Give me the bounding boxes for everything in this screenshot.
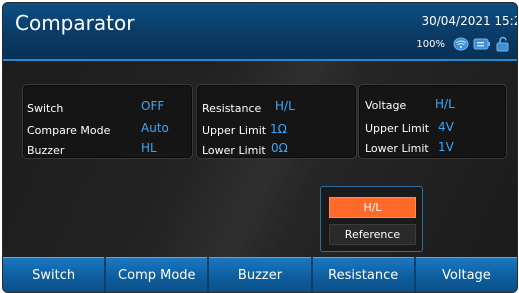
switch-value[interactable]: OFF	[141, 99, 164, 113]
resistance-label: Resistance	[202, 102, 262, 115]
usb-icon	[473, 37, 491, 51]
buzzer-label: Buzzer	[27, 144, 65, 157]
option-reference[interactable]: Reference	[329, 224, 416, 245]
voltage-mode-value[interactable]: H/L	[435, 97, 455, 111]
voltage-label: Voltage	[365, 99, 407, 112]
comparator-screen: Comparator 30/04/2021 15:23 100%	[2, 2, 518, 293]
buzzer-softkey[interactable]: Buzzer	[209, 257, 311, 292]
header-bar: Comparator 30/04/2021 15:23 100%	[3, 3, 517, 61]
lock-icon	[495, 36, 511, 52]
resistance-panel: Resistance H/L Upper Limit 1Ω Lower Limi…	[196, 84, 357, 159]
switch-softkey[interactable]: Switch	[3, 257, 105, 292]
page-title: Comparator	[15, 11, 135, 35]
voltage-softkey[interactable]: Voltage	[415, 257, 517, 292]
wifi-icon	[453, 37, 469, 51]
switch-label: Switch	[27, 102, 64, 115]
option-hl-selected[interactable]: H/L	[329, 197, 416, 218]
compare-mode-value[interactable]: Auto	[141, 121, 169, 135]
comp-mode-softkey[interactable]: Comp Mode	[106, 257, 208, 292]
resistance-mode-selector: H/L Reference	[320, 186, 423, 252]
resistance-upper-limit-label: Upper Limit	[202, 124, 267, 137]
voltage-lower-limit-label: Lower Limit	[365, 142, 429, 155]
resistance-mode-value[interactable]: H/L	[275, 99, 295, 113]
resistance-lower-limit-label: Lower Limit	[202, 144, 266, 157]
voltage-panel: Voltage H/L Upper Limit 4V Lower Limit 1…	[358, 84, 507, 159]
voltage-lower-limit-value[interactable]: 1V	[438, 140, 454, 154]
resistance-softkey[interactable]: Resistance	[312, 257, 414, 292]
resistance-upper-limit-value[interactable]: 1Ω	[270, 122, 287, 136]
voltage-upper-limit-label: Upper Limit	[365, 122, 430, 135]
general-settings-panel: Switch OFF Compare Mode Auto Buzzer HL	[22, 84, 193, 159]
compare-mode-label: Compare Mode	[27, 124, 111, 137]
softkey-bar: Switch Comp Mode Buzzer Resistance Volta…	[3, 257, 517, 292]
datetime: 30/04/2021 15:23	[421, 14, 517, 28]
resistance-lower-limit-value[interactable]: 0Ω	[271, 141, 288, 155]
status-icons: 100%	[416, 36, 511, 52]
buzzer-value[interactable]: HL	[141, 141, 157, 155]
voltage-upper-limit-value[interactable]: 4V	[438, 120, 454, 134]
battery-percent: 100%	[416, 38, 445, 50]
